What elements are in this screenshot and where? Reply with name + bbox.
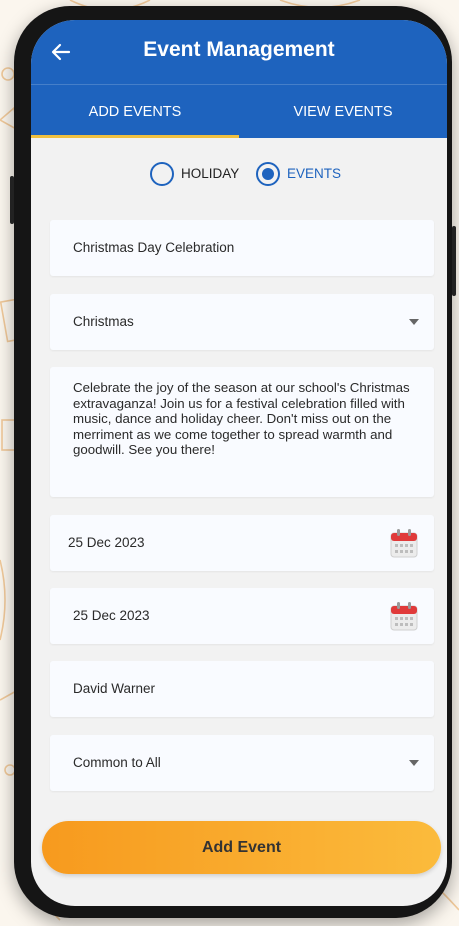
side-button	[10, 176, 14, 224]
audience-value: Common to All	[73, 755, 161, 770]
audience-dropdown[interactable]: Common to All	[50, 735, 434, 791]
radio-selected-dot	[262, 168, 274, 180]
holiday-radio[interactable]	[150, 162, 174, 186]
tab-bar: ADD EVENTS VIEW EVENTS	[31, 84, 447, 138]
end-date-value: 25 Dec 2023	[73, 608, 150, 623]
organizer-value: David Warner	[73, 681, 156, 696]
event-name-value: Christmas Day Celebration	[73, 240, 235, 255]
category-dropdown[interactable]: Christmas	[50, 294, 434, 350]
page-title: Event Management	[143, 38, 335, 61]
events-radio-label: EVENTS	[287, 166, 342, 181]
description-field[interactable]: Celebrate the joy of the season at our s…	[50, 367, 434, 497]
description-value: Celebrate the joy of the season at our s…	[73, 380, 410, 457]
calendar-icon[interactable]	[390, 528, 418, 558]
add-event-button[interactable]: Add Event	[42, 821, 441, 874]
event-name-field[interactable]: Christmas Day Celebration	[50, 220, 434, 276]
event-type-selector: HOLIDAY EVENTS	[31, 162, 447, 190]
power-button	[452, 226, 456, 296]
app-bar: Event Management	[31, 20, 447, 84]
dropdown-arrow-icon	[409, 319, 419, 325]
app-screen: Event Management ADD EVENTS VIEW EVENTS …	[31, 20, 447, 906]
end-date-field[interactable]: 25 Dec 2023	[50, 588, 434, 644]
tab-view-events[interactable]: VIEW EVENTS	[239, 85, 447, 138]
dropdown-arrow-icon	[409, 760, 419, 766]
category-value: Christmas	[73, 314, 134, 329]
events-radio[interactable]	[256, 162, 280, 186]
organizer-field[interactable]: David Warner	[50, 661, 434, 717]
calendar-icon[interactable]	[390, 601, 418, 631]
start-date-value: 25 Dec 2023	[68, 535, 145, 550]
start-date-field[interactable]: 25 Dec 2023	[50, 515, 434, 571]
tab-add-events[interactable]: ADD EVENTS	[31, 85, 239, 138]
holiday-radio-label: HOLIDAY	[181, 166, 240, 181]
